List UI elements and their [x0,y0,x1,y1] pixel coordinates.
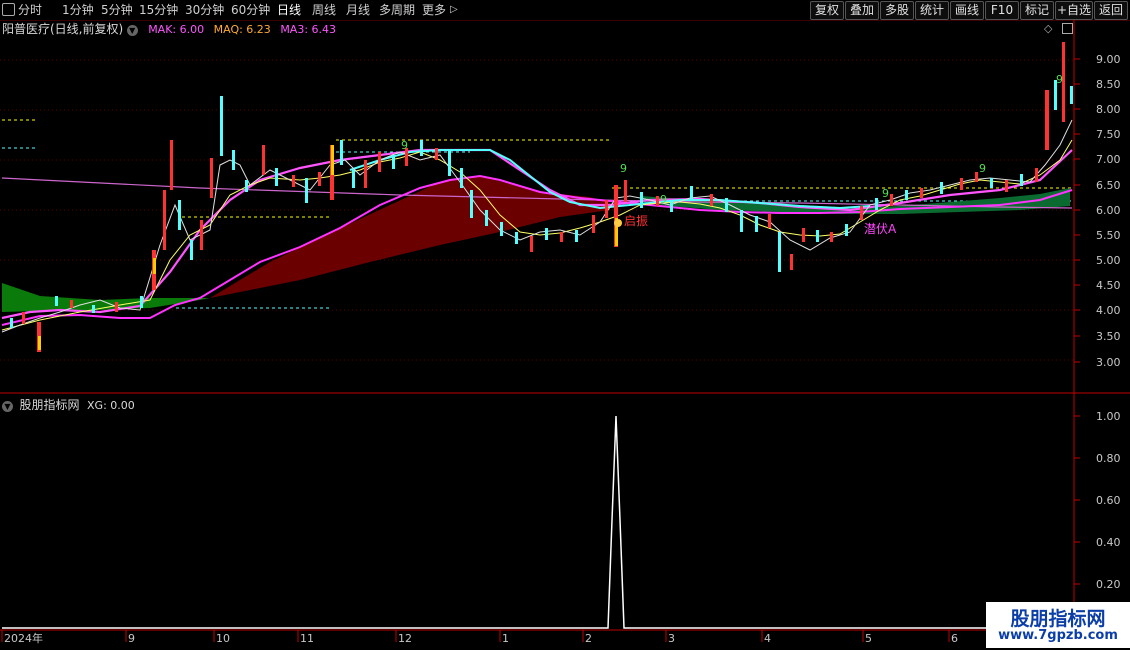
price-tick: 6.00 [1096,204,1121,217]
xg-indicator-line [2,415,1072,629]
nine-marker: 9 [1056,73,1063,86]
sub-ticks: 1.00 0.80 0.60 0.40 0.20 [1074,410,1121,591]
watermark-logo: 股朋指标网 www.7gpzb.com [986,602,1130,648]
price-tick: 3.50 [1096,330,1121,343]
ambush-label: 潜伏A [864,222,897,236]
price-ticks: 9.00 8.50 8.00 7.50 7.00 6.50 6.00 5.50 … [1074,53,1121,369]
time-tick: 2024年 [4,631,43,645]
price-tick: 3.00 [1096,356,1121,369]
start-label: 启振 [624,214,648,228]
sub-tick: 0.40 [1096,536,1121,549]
nine-marker: 9 [882,187,889,200]
price-tick: 7.00 [1096,153,1121,166]
chart-canvas[interactable]: 9.00 8.50 8.00 7.50 7.00 6.50 6.00 5.50 … [0,0,1130,650]
nine-marker: 9 [401,139,408,152]
price-tick: 6.50 [1096,179,1121,192]
sub-tick: 0.60 [1096,494,1121,507]
time-axis: 2024年 9 10 11 12 1 2 3 4 5 6 [1,630,958,645]
time-tick: 5 [865,632,872,645]
time-tick: 10 [216,632,230,645]
sub-tick: 0.80 [1096,452,1121,465]
time-tick: 2 [585,632,592,645]
price-tick: 8.50 [1096,78,1121,91]
price-tick: 9.00 [1096,53,1121,66]
time-tick: 1 [502,632,509,645]
price-tick: 4.50 [1096,279,1121,292]
time-tick: 9 [128,632,135,645]
price-tick: 5.00 [1096,254,1121,267]
time-tick: 6 [951,632,958,645]
nine-marker: 9 [979,162,986,175]
time-tick: 12 [398,632,412,645]
time-tick: 3 [668,632,675,645]
price-tick: 8.00 [1096,103,1121,116]
price-tick: 5.50 [1096,229,1121,242]
watermark-url: www.7gpzb.com [998,628,1118,643]
nine-marker: 9 [620,162,627,175]
nine-marker: 9 [660,193,667,206]
price-tick: 7.50 [1096,128,1121,141]
mak-line [1,148,1073,320]
price-tick: 4.00 [1096,304,1121,317]
watermark-title: 股朋指标网 [1010,608,1106,630]
time-tick: 4 [764,632,771,645]
start-marker-icon [614,219,622,227]
sub-tick: 0.20 [1096,578,1121,591]
sub-tick: 1.00 [1096,410,1121,423]
time-tick: 11 [300,632,314,645]
